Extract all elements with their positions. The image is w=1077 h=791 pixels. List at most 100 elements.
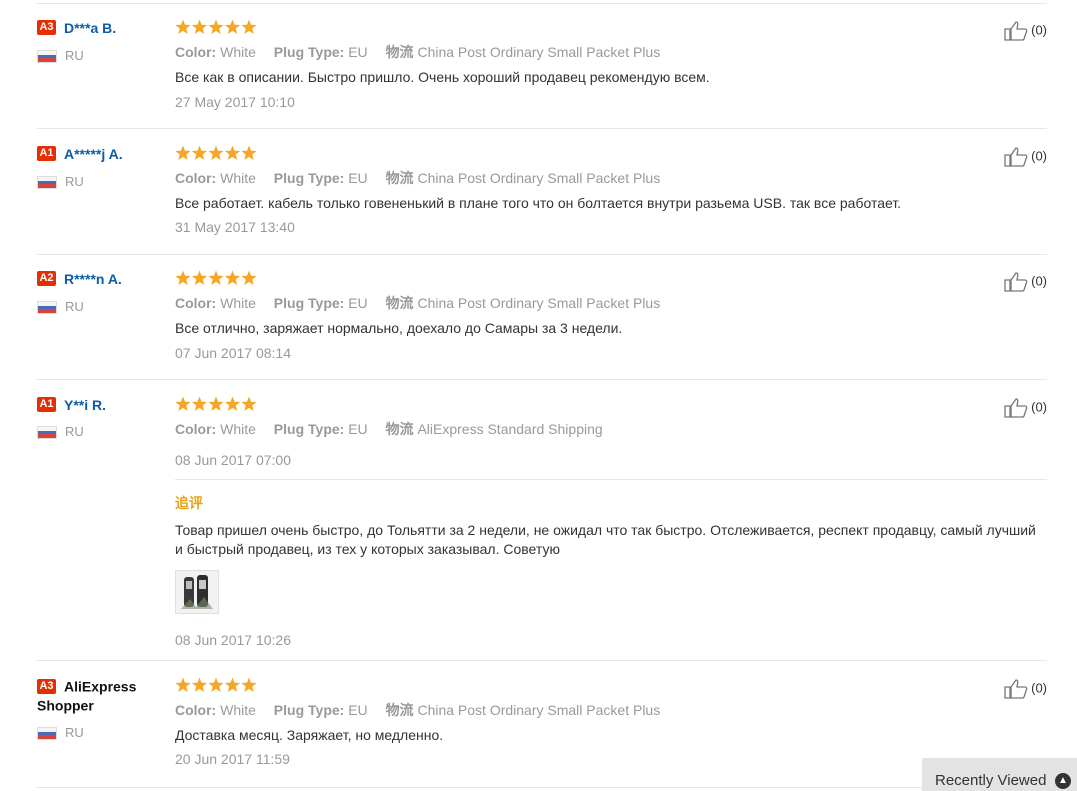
like-button[interactable]: (0) (1004, 272, 1047, 292)
buyer-level-badge: A3 (37, 20, 56, 36)
order-attributes: Color: White Plug Type: EU 物流 China Post… (175, 44, 661, 60)
followup-date: 08 Jun 2017 10:26 (175, 632, 291, 648)
review-date: 20 Jun 2017 11:59 (175, 751, 290, 767)
star-icon (208, 270, 224, 285)
review-divider (37, 787, 1047, 788)
star-rating (175, 396, 259, 412)
russia-flag-icon (37, 50, 57, 64)
star-icon (191, 396, 208, 411)
recently-viewed-bar[interactable]: Recently Viewed ▲ (922, 758, 1077, 791)
order-attributes: Color: White Plug Type: EU 物流 China Post… (175, 170, 661, 186)
review-item: A3 AliExpress Shopper RU Color: White Plu… (37, 677, 1047, 791)
buyer-level-badge: A1 (37, 397, 56, 413)
star-icon (175, 19, 191, 34)
order-attributes: Color: White Plug Type: EU 物流 China Post… (175, 295, 661, 311)
star-icon (175, 270, 191, 285)
review-date: 07 Jun 2017 08:14 (175, 345, 291, 361)
reviewer-country: RU (37, 48, 84, 64)
recently-viewed-label: Recently Viewed (935, 772, 1047, 789)
reviewer-name[interactable]: R****n A. (64, 271, 122, 287)
stars-svg (175, 270, 257, 285)
reviewer-info: A2 R****n A. (37, 270, 167, 288)
star-icon (175, 145, 191, 160)
order-attributes: Color: White Plug Type: EU 物流 AliExpress… (175, 421, 603, 437)
review-date: 31 May 2017 13:40 (175, 219, 295, 235)
review-text: Все отлично, заряжает нормально, доехало… (175, 320, 623, 336)
review-divider (37, 128, 1047, 129)
review-text: Доставка месяц. Заряжает, но медленно. (175, 727, 444, 743)
review-date: 27 May 2017 10:10 (175, 94, 295, 110)
like-button[interactable]: (0) (1004, 21, 1047, 41)
reviewer-name[interactable]: Y**i R. (64, 397, 106, 413)
star-rating (175, 145, 259, 161)
reviewer-name[interactable]: A*****j A. (64, 146, 123, 162)
star-icon (224, 19, 241, 34)
reviewer-info: A3 AliExpress Shopper (37, 677, 162, 716)
stars-svg (175, 145, 257, 160)
star-icon (241, 19, 257, 34)
review-date: 08 Jun 2017 07:00 (175, 452, 291, 468)
stars-svg (175, 19, 257, 34)
buyer-level-badge: A1 (37, 146, 56, 162)
reviewer-country: RU (37, 174, 84, 190)
review-text: Все как в описании. Быстро пришло. Очень… (175, 69, 710, 85)
reviewer-info: A1 Y**i R. (37, 396, 167, 414)
star-icon (175, 677, 191, 692)
buyer-level-badge: A2 (37, 271, 56, 287)
thumbs-up-icon (1004, 679, 1028, 699)
reviewer-country: RU (37, 299, 84, 315)
thumbs-up-icon (1004, 272, 1028, 292)
star-icon (191, 145, 208, 160)
thumbs-up-icon (1004, 21, 1028, 41)
buyer-level-badge: A3 (37, 679, 56, 695)
star-rating (175, 19, 259, 35)
review-item: A2 R****n A. RU Color: White Plug Type: E… (37, 270, 1047, 380)
russia-flag-icon (37, 301, 57, 315)
review-photo (176, 571, 218, 613)
reviewer-country: RU (37, 725, 84, 741)
followup-label: 追评 (175, 495, 203, 511)
star-icon (224, 396, 241, 411)
star-icon (191, 270, 208, 285)
star-icon (224, 270, 241, 285)
followup-text: Товар пришел очень быстро, до Тольятти з… (175, 522, 1036, 557)
reviewer-name[interactable]: D***a B. (64, 20, 116, 36)
russia-flag-icon (37, 426, 57, 440)
star-icon (241, 396, 257, 411)
reviewer-country: RU (37, 424, 84, 440)
like-button[interactable]: (0) (1004, 147, 1047, 167)
thumbs-up-icon (1004, 398, 1028, 418)
review-photo-thumbnail[interactable] (175, 570, 219, 614)
review-text: Все работает. кабель только говененький … (175, 195, 902, 211)
russia-flag-icon (37, 176, 57, 190)
star-icon (208, 396, 224, 411)
order-attributes: Color: White Plug Type: EU 物流 China Post… (175, 702, 661, 718)
review-divider (37, 254, 1047, 255)
review-item: A1 Y**i R. RU Color: White Plug Type: EU … (37, 396, 1047, 661)
review-item: A3 D***a B. RU Color: White Plug Type: EU… (37, 19, 1047, 129)
star-icon (191, 19, 208, 34)
star-icon (241, 145, 257, 160)
reviewer-info: A1 A*****j A. (37, 145, 167, 163)
star-icon (175, 396, 191, 411)
review-divider (37, 379, 1047, 380)
thumbs-up-icon (1004, 147, 1028, 167)
review-item: A1 A*****j A. RU Color: White Plug Type: … (37, 145, 1047, 255)
star-rating (175, 270, 259, 286)
star-icon (224, 677, 241, 692)
star-rating (175, 677, 259, 693)
star-icon (208, 19, 224, 34)
followup-divider (175, 479, 1047, 480)
like-button[interactable]: (0) (1004, 679, 1047, 699)
reviewer-info: A3 D***a B. (37, 19, 167, 37)
star-icon (241, 677, 257, 692)
star-icon (208, 677, 224, 692)
like-button[interactable]: (0) (1004, 398, 1047, 418)
star-icon (191, 677, 208, 692)
star-icon (208, 145, 224, 160)
stars-svg (175, 396, 257, 411)
chevron-up-icon[interactable]: ▲ (1055, 773, 1071, 789)
star-icon (241, 270, 257, 285)
review-divider (37, 660, 1047, 661)
top-divider (37, 3, 1047, 4)
